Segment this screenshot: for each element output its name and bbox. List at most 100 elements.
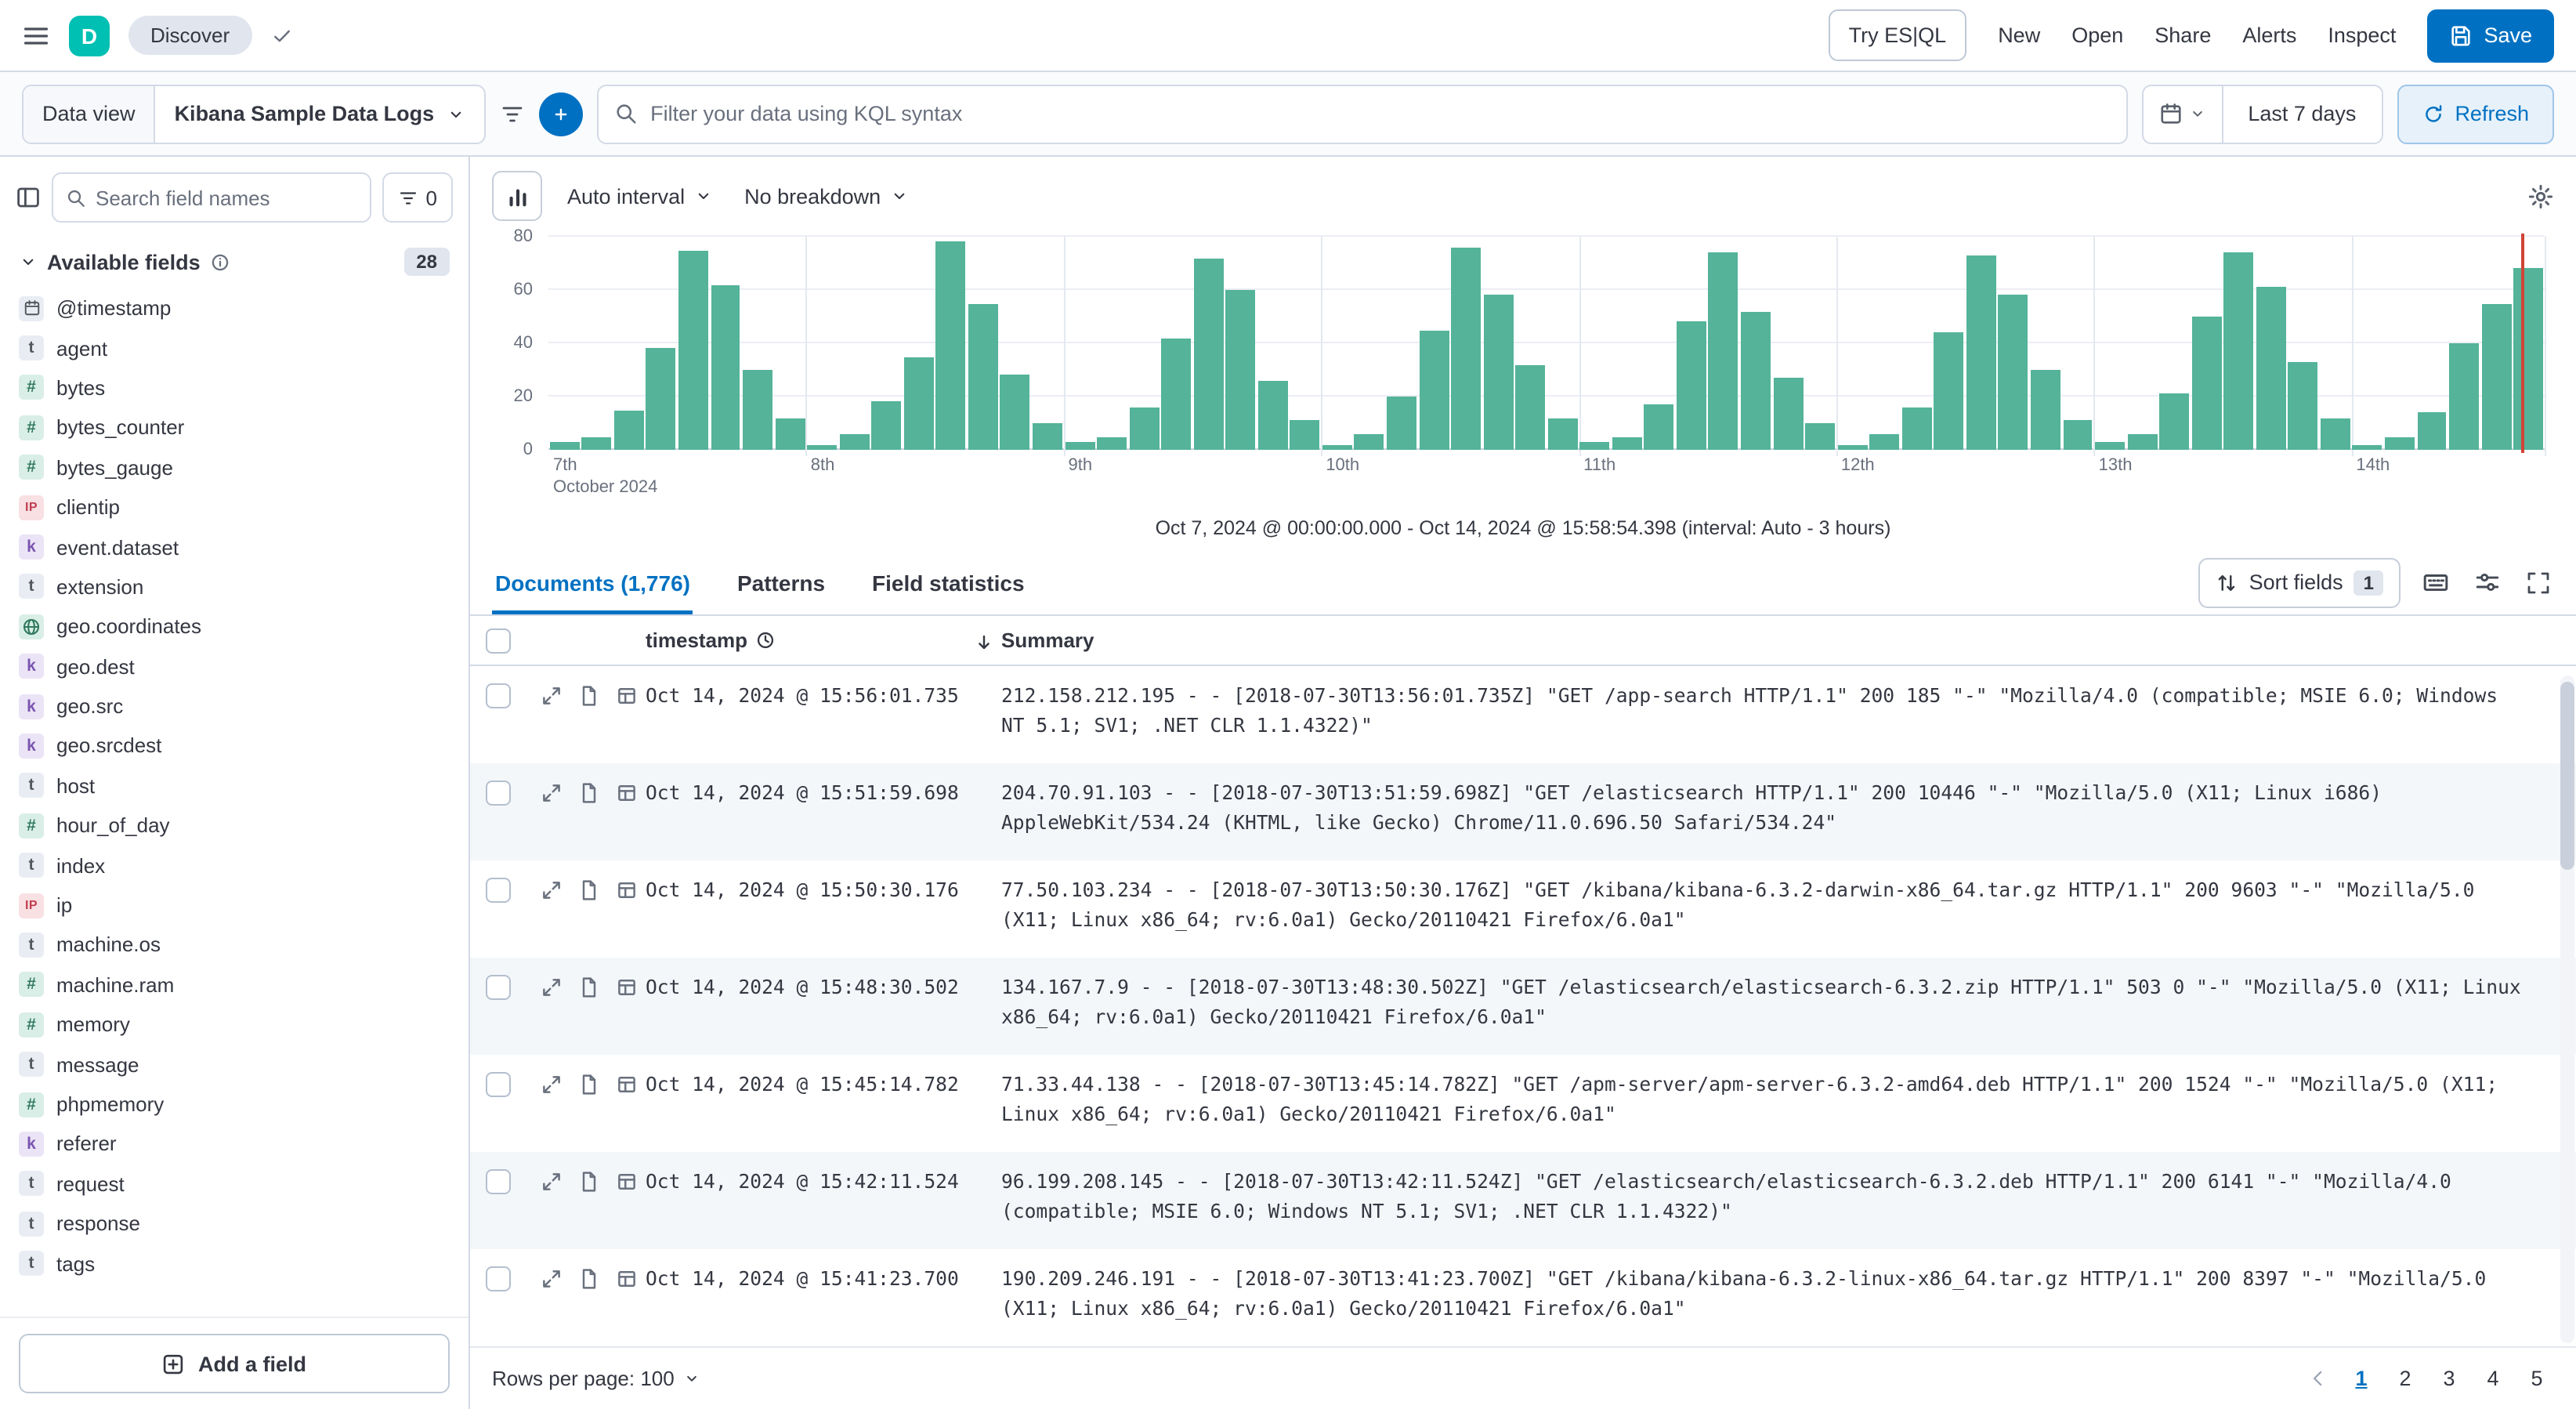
histogram-bar[interactable] <box>2030 370 2060 450</box>
histogram-bar[interactable] <box>1934 332 1964 450</box>
elastic-space-logo[interactable]: D <box>69 15 110 56</box>
field-item-agent[interactable]: t agent <box>13 328 456 368</box>
histogram-bar[interactable] <box>1901 407 1932 450</box>
expand-document-button[interactable] <box>533 682 570 707</box>
available-fields-header[interactable]: Available fields 28 <box>0 235 469 285</box>
field-item-message[interactable]: t message <box>13 1045 456 1085</box>
field-item-ip[interactable]: IP ip <box>13 886 456 925</box>
nav-alerts-button[interactable]: Alerts <box>2242 24 2296 47</box>
histogram-bar[interactable] <box>1966 255 1996 450</box>
expand-document-button[interactable] <box>533 1070 570 1096</box>
histogram-bar[interactable] <box>1483 295 1514 450</box>
page-2-button[interactable]: 2 <box>2388 1360 2422 1397</box>
sort-fields-button[interactable]: Sort fields 1 <box>2198 557 2401 607</box>
histogram-bar[interactable] <box>2256 287 2286 450</box>
tab-documents[interactable]: Documents (1,776) <box>492 550 693 614</box>
fullscreen-button[interactable] <box>2523 567 2554 598</box>
histogram-bar[interactable] <box>1419 330 1449 450</box>
field-item-machine.ram[interactable]: # machine.ram <box>13 965 456 1005</box>
chart-visualization-button[interactable] <box>492 171 542 221</box>
field-item-phpmemory[interactable]: # phpmemory <box>13 1085 456 1125</box>
field-item-memory[interactable]: # memory <box>13 1005 456 1045</box>
histogram-bar[interactable] <box>711 284 740 450</box>
field-item-geo.srcdest[interactable]: k geo.srcdest <box>13 726 456 766</box>
page-4-button[interactable]: 4 <box>2476 1360 2510 1397</box>
row-checkbox[interactable] <box>486 878 511 903</box>
field-item-host[interactable]: t host <box>13 766 456 806</box>
histogram-bar[interactable] <box>775 418 805 450</box>
display-density-button[interactable] <box>2419 566 2452 599</box>
document-table-icon[interactable] <box>608 682 646 707</box>
save-button[interactable]: Save <box>2427 9 2554 62</box>
histogram-bar[interactable] <box>2513 268 2544 450</box>
document-table-icon[interactable] <box>608 1070 646 1096</box>
histogram-bar[interactable] <box>1805 423 1836 450</box>
histogram-bar[interactable] <box>1869 433 1900 450</box>
select-all-checkbox[interactable] <box>486 628 511 654</box>
histogram-bar[interactable] <box>2449 343 2480 450</box>
histogram-bar[interactable] <box>1837 444 1868 450</box>
histogram-bar[interactable] <box>1322 444 1352 450</box>
histogram-bar[interactable] <box>1193 258 1224 450</box>
kql-input[interactable] <box>650 102 2111 125</box>
breakdown-dropdown[interactable]: No breakdown <box>738 175 915 217</box>
field-item-geo.coordinates[interactable]: geo.coordinates <box>13 607 456 647</box>
field-item-geo.src[interactable]: k geo.src <box>13 686 456 726</box>
sort-descending-icon[interactable] <box>967 628 1001 653</box>
document-table-icon[interactable] <box>608 973 646 998</box>
document-table-icon[interactable] <box>608 1265 646 1290</box>
histogram-bar[interactable] <box>935 241 966 450</box>
row-checkbox[interactable] <box>486 781 511 806</box>
histogram-bar[interactable] <box>871 401 902 450</box>
expand-document-button[interactable] <box>533 876 570 901</box>
histogram-bar[interactable] <box>1129 407 1160 450</box>
document-icon[interactable] <box>570 682 608 707</box>
summary-column-header[interactable]: Summary <box>1001 628 2545 652</box>
histogram-bar[interactable] <box>807 444 838 450</box>
histogram-bar[interactable] <box>2095 441 2125 450</box>
breadcrumb-discover[interactable]: Discover <box>128 16 252 55</box>
histogram-bar[interactable] <box>2320 418 2350 450</box>
histogram-bar[interactable] <box>1644 404 1674 450</box>
histogram-bar[interactable] <box>2481 303 2512 450</box>
row-checkbox[interactable] <box>486 975 511 1000</box>
histogram-bar[interactable] <box>2127 433 2158 450</box>
histogram-bar[interactable] <box>1000 375 1030 450</box>
expand-document-button[interactable] <box>533 973 570 998</box>
histogram-bar[interactable] <box>1773 378 1804 450</box>
tab-field-statistics[interactable]: Field statistics <box>869 550 1028 614</box>
calendar-menu-button[interactable] <box>2143 85 2223 142</box>
add-field-button[interactable]: Add a field <box>19 1334 450 1393</box>
field-item-event.dataset[interactable]: k event.dataset <box>13 527 456 567</box>
histogram-bar[interactable] <box>1161 338 1192 450</box>
histogram-bar[interactable] <box>1612 436 1642 450</box>
data-view-picker[interactable]: Data view Kibana Sample Data Logs <box>22 84 487 143</box>
expand-document-button[interactable] <box>533 779 570 804</box>
histogram-bar[interactable] <box>968 303 998 450</box>
page-5-button[interactable]: 5 <box>2520 1360 2554 1397</box>
field-item-hour_of_day[interactable]: # hour_of_day <box>13 806 456 846</box>
histogram-bar[interactable] <box>1708 252 1738 450</box>
refresh-button[interactable]: Refresh <box>2397 84 2554 143</box>
histogram-bar[interactable] <box>903 357 934 450</box>
field-search-box[interactable] <box>52 172 371 223</box>
document-icon[interactable] <box>570 1070 608 1096</box>
document-icon[interactable] <box>570 973 608 998</box>
histogram-bar[interactable] <box>1097 436 1127 450</box>
field-item-bytes_gauge[interactable]: # bytes_gauge <box>13 447 456 487</box>
histogram-bar[interactable] <box>646 348 676 450</box>
timestamp-column-header[interactable]: timestamp <box>646 628 967 652</box>
rows-per-page-button[interactable]: Rows per page: 100 <box>492 1367 701 1390</box>
document-icon[interactable] <box>570 779 608 804</box>
histogram-bar[interactable] <box>1741 311 1771 450</box>
row-checkbox[interactable] <box>486 1072 511 1097</box>
field-item-geo.dest[interactable]: k geo.dest <box>13 647 456 686</box>
menu-hamburger-button[interactable] <box>22 21 50 49</box>
field-item-machine.os[interactable]: t machine.os <box>13 925 456 965</box>
field-item-request[interactable]: t request <box>13 1164 456 1204</box>
row-checkbox[interactable] <box>486 1169 511 1194</box>
field-item-tags[interactable]: t tags <box>13 1244 456 1284</box>
field-filter-button[interactable]: 0 <box>382 172 453 223</box>
histogram-bar[interactable] <box>743 370 773 450</box>
grid-scrollbar-thumb[interactable] <box>2560 682 2574 870</box>
